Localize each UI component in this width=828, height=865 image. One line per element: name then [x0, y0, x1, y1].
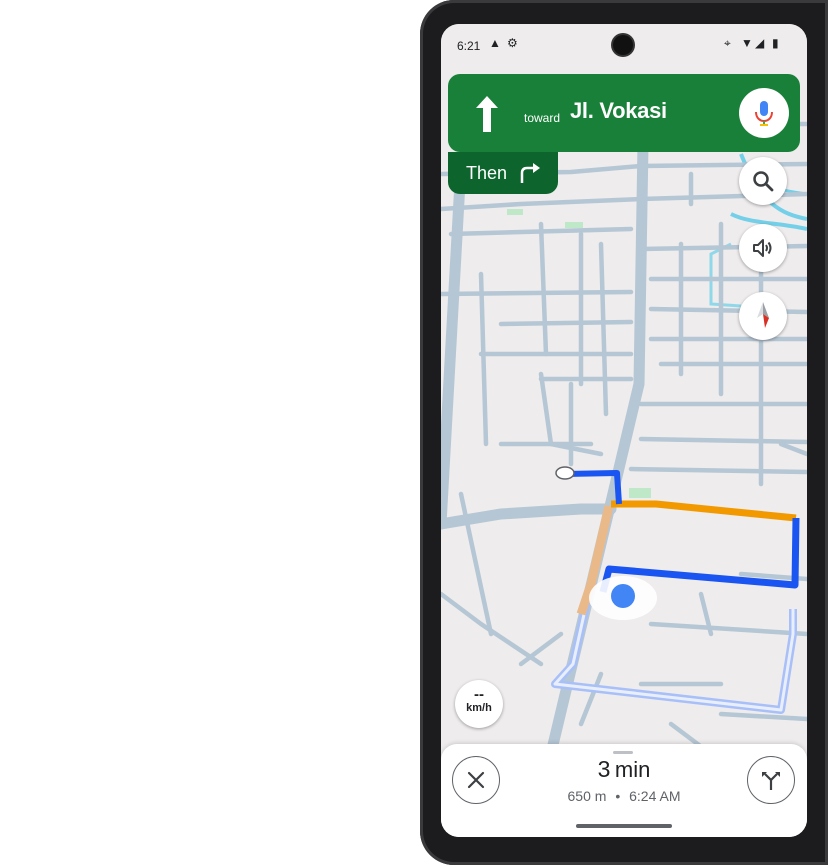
separator-dot: •	[615, 788, 621, 804]
alternate-routes-button[interactable]	[747, 756, 795, 804]
cell-signal-icon: ◢	[755, 36, 765, 50]
status-bar: 6:21 ▲ ⚙ ⌖ ▼ ◢ ▮	[441, 24, 807, 68]
trip-summary-sheet[interactable]: 3 min 650 m • 6:24 AM	[441, 744, 807, 837]
settings-gear-icon: ⚙	[507, 36, 518, 50]
then-instruction[interactable]: Then	[448, 152, 558, 194]
compass-icon	[757, 302, 769, 328]
navigation-arrow-icon: ▲	[489, 36, 501, 50]
search-icon	[753, 171, 774, 192]
speed-value: --	[474, 686, 484, 703]
street-name: Jl. Vokasi	[570, 98, 667, 123]
sound-button[interactable]	[739, 224, 787, 272]
then-label: Then	[466, 163, 508, 183]
location-pin-icon: ⌖	[724, 36, 731, 50]
battery-icon: ▮	[772, 36, 779, 50]
duration-unit: min	[614, 757, 651, 782]
toward-label: toward	[524, 111, 561, 125]
compass-button[interactable]	[739, 292, 787, 340]
status-time: 6:21	[457, 39, 481, 53]
speed-unit: km/h	[466, 702, 492, 714]
speedometer: -- km/h	[455, 680, 503, 728]
straight-arrow-icon	[476, 96, 498, 132]
microphone-icon	[755, 101, 773, 126]
fork-route-icon	[762, 772, 780, 790]
arrival-time: 6:24 AM	[629, 788, 681, 804]
gesture-bar[interactable]	[576, 824, 672, 828]
wifi-icon: ▼	[741, 36, 753, 50]
trip-distance: 650 m	[567, 788, 607, 804]
camera-cutout	[613, 35, 633, 55]
sheet-handle[interactable]	[613, 751, 633, 754]
duration-value: 3	[597, 756, 611, 782]
voice-search-button[interactable]	[739, 88, 789, 138]
turn-right-icon	[520, 163, 540, 183]
volume-icon	[753, 239, 772, 257]
phone-screen: 6:21 ▲ ⚙ ⌖ ▼ ◢ ▮ toward Jl. Vokasi Then	[441, 24, 807, 837]
navigation-banner[interactable]: toward Jl. Vokasi	[448, 74, 800, 152]
search-button[interactable]	[739, 157, 787, 205]
